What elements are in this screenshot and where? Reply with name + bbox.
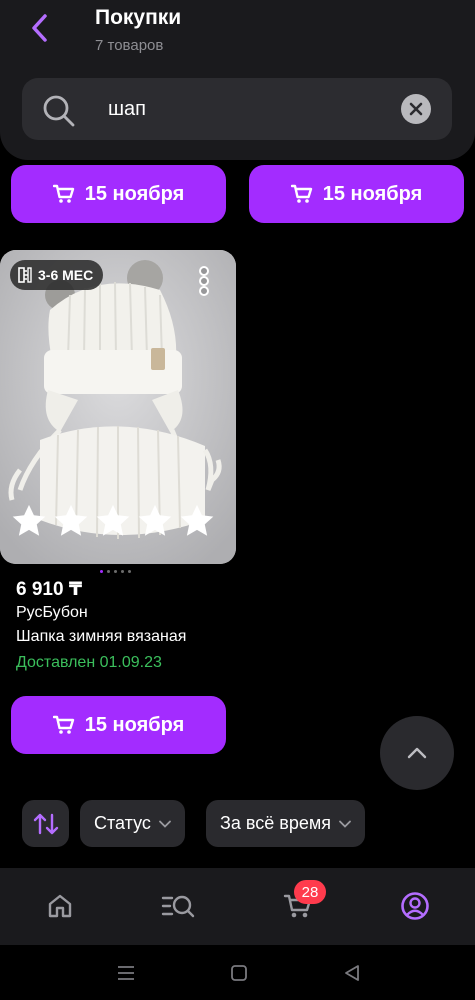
sort-button[interactable] [22,800,69,847]
menu-icon [118,966,134,980]
product-name: Шапка зимняя вязаная [16,628,187,645]
delivery-button-label: 15 ноября [84,713,185,736]
chevron-down-icon [339,820,351,828]
star-icon [96,504,130,536]
page-title: Покупки [95,6,182,29]
delivery-button[interactable]: 15 ноября [249,165,464,223]
triangle-back-icon [345,965,359,981]
star-icon [54,504,88,536]
cart-icon [52,184,74,203]
product-seller: РусБубон [16,604,88,621]
more-options-button[interactable] [194,266,214,296]
catalog-search-icon [161,895,195,918]
star-icon [138,504,172,536]
product-price: 6 910 ₸ [16,579,83,600]
cart-icon [290,184,312,203]
system-back-button[interactable] [340,961,364,985]
item-count: 7 товаров [95,37,164,54]
image-pager [100,570,131,573]
chevron-down-icon [159,820,171,828]
more-vertical-icon [199,266,209,276]
sort-icon [33,813,58,834]
filter-bar: Статус За всё время [0,800,475,848]
delivery-button-label: 15 ноября [322,182,423,205]
nav-catalog[interactable] [158,886,198,926]
system-home-button[interactable] [227,961,251,985]
clear-icon [409,102,423,116]
cart-count-badge: 28 [294,880,326,904]
pager-dot [107,570,110,573]
period-filter[interactable]: За всё время [206,800,365,847]
more-vertical-icon [199,286,209,296]
search-bar[interactable] [22,78,452,140]
square-icon [231,965,247,981]
search-input[interactable] [108,94,408,124]
chevron-up-icon [407,747,427,759]
delivery-button-label: 15 ноября [84,182,185,205]
clear-search-button[interactable] [401,94,431,124]
system-recents-button[interactable] [114,961,138,985]
star-icon [12,504,46,536]
nav-profile[interactable] [395,886,435,926]
pager-dot [121,570,124,573]
home-icon [48,894,72,918]
more-vertical-icon [199,276,209,286]
ruler-icon [18,267,32,283]
delivery-button[interactable]: 15 ноября [11,165,226,223]
age-badge: 3-6 МЕС [10,260,104,290]
rating-stars[interactable] [10,502,216,540]
delivery-status: Доставлен 01.09.23 [16,654,162,671]
scroll-top-button[interactable] [380,716,454,790]
system-nav-bar [0,945,475,1000]
star-icon [180,504,214,536]
period-filter-label: За всё время [220,813,331,833]
back-button[interactable] [22,10,58,46]
status-filter-label: Статус [94,813,151,833]
cart-icon [52,715,74,734]
bottom-nav [0,868,475,945]
search-icon [43,95,75,127]
nav-home[interactable] [40,886,80,926]
pager-dot [114,570,117,573]
chevron-left-icon [32,14,47,42]
status-filter[interactable]: Статус [80,800,185,847]
age-badge-label: 3-6 МЕС [38,267,94,283]
pager-dot [128,570,131,573]
profile-icon [401,892,429,920]
delivery-button[interactable]: 15 ноября [11,696,226,754]
pager-dot [100,570,103,573]
